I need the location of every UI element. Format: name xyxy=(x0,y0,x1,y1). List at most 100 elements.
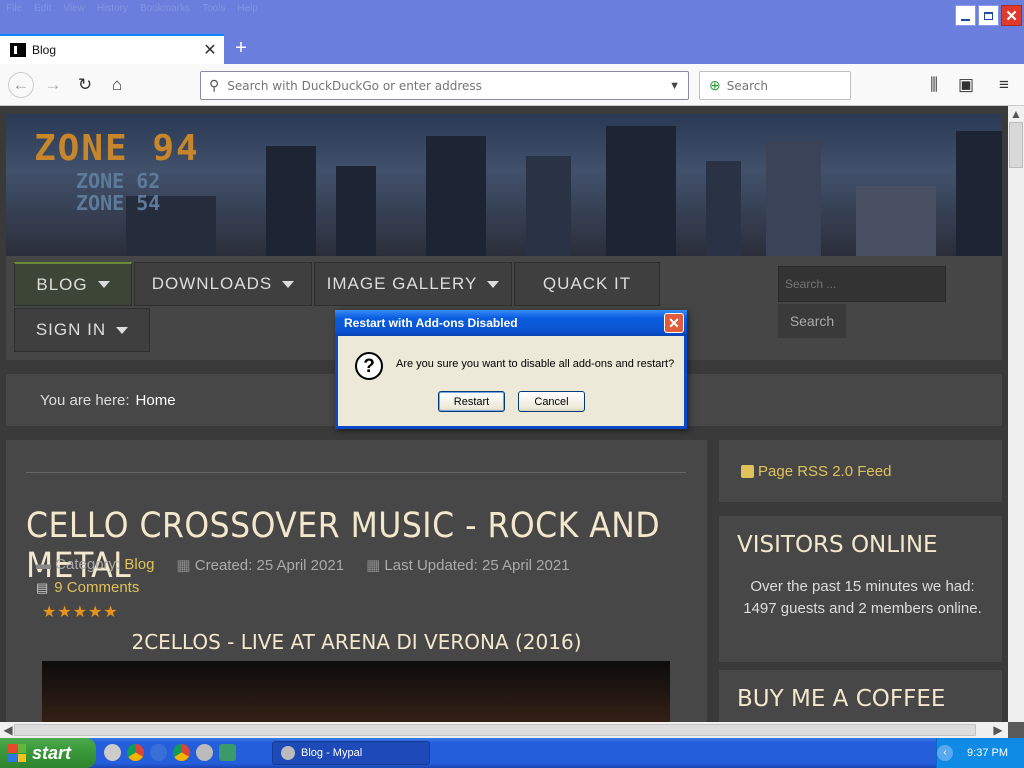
menu-view[interactable]: View xyxy=(63,3,85,14)
app-icon[interactable] xyxy=(150,744,167,761)
nav-label: QUACK IT xyxy=(542,274,632,293)
menu-button[interactable]: ≡ xyxy=(992,73,1016,97)
menu-file[interactable]: File xyxy=(6,3,22,14)
rss-widget[interactable]: Page RSS 2.0 Feed xyxy=(719,440,1002,502)
tab-blog[interactable]: Blog ✕ xyxy=(0,34,224,64)
mypal-icon[interactable] xyxy=(196,744,213,761)
mypal-icon xyxy=(281,746,295,760)
vertical-scroll-thumb[interactable] xyxy=(1009,122,1023,168)
caret-down-icon xyxy=(116,326,129,334)
menu-bookmarks[interactable]: Bookmarks xyxy=(140,3,190,14)
comments-link[interactable]: ▤ 9 Comments xyxy=(36,579,139,596)
category-link[interactable]: Blog xyxy=(124,556,154,573)
nav-item-blog[interactable]: BLOG xyxy=(14,262,132,306)
back-button[interactable]: ← xyxy=(8,72,34,98)
star-rating[interactable]: ★★★★★ xyxy=(42,602,119,622)
sidebar-button[interactable]: ▣ xyxy=(954,73,978,97)
address-bar[interactable]: ⚲ ▼ xyxy=(200,71,689,100)
dialog-close-button[interactable]: ✕ xyxy=(664,313,684,333)
library-button[interactable]: ⫼ xyxy=(922,73,946,97)
visitors-text: Over the past 15 minutes we had: 1497 gu… xyxy=(743,578,982,617)
nav-item-downloads[interactable]: DOWNLOADS xyxy=(134,262,312,306)
cancel-button[interactable]: Cancel xyxy=(518,391,585,412)
question-icon: ? xyxy=(355,352,383,380)
calendar-icon: ▦ xyxy=(176,557,191,574)
forward-button[interactable]: → xyxy=(41,73,65,97)
search-icon: ⚲ xyxy=(209,77,220,93)
calendar-icon: ▦ xyxy=(366,557,381,574)
reload-button[interactable]: ↻ xyxy=(73,73,97,97)
site-search-button[interactable]: Search xyxy=(778,304,846,338)
rss-link[interactable]: Page RSS 2.0 Feed xyxy=(758,463,891,480)
minimize-button[interactable] xyxy=(955,5,976,26)
article: CELLO CROSSOVER MUSIC - ROCK AND METAL ▬… xyxy=(6,440,707,722)
menu-history[interactable]: History xyxy=(97,3,128,14)
clock: 9:37 PM xyxy=(967,747,1008,759)
mypal-icon[interactable] xyxy=(104,744,121,761)
visitors-title: VISITORS ONLINE xyxy=(737,532,938,558)
banner-building xyxy=(336,166,376,256)
new-tab-button[interactable]: + xyxy=(230,36,252,60)
task-label: Blog - Mypal xyxy=(301,747,363,759)
logo-sub-line: ZONE 54 xyxy=(76,191,161,215)
tray-arrow-icon[interactable]: ‹ xyxy=(937,745,954,761)
vertical-scrollbar[interactable]: ▲ xyxy=(1008,106,1024,722)
menu-help[interactable]: Help xyxy=(237,3,258,14)
site-favicon-icon xyxy=(10,43,26,57)
updated-date: Last Updated: 25 April 2021 xyxy=(384,557,570,574)
coffee-widget: BUY ME A COFFEE xyxy=(719,670,1002,722)
caret-down-icon xyxy=(487,280,500,288)
article-created: ▦ Created: 25 April 2021 xyxy=(176,556,344,574)
site-logo-subtitle: ZONE 62 ZONE 54 xyxy=(76,170,160,214)
banner-building xyxy=(956,131,1002,256)
arrow-left-icon: ← xyxy=(12,75,30,94)
scroll-up-icon[interactable]: ▲ xyxy=(1008,106,1024,122)
nav-label: SIGN IN xyxy=(35,320,107,339)
divider xyxy=(26,472,686,473)
site-logo[interactable]: ZONE 94 xyxy=(34,128,200,169)
address-input[interactable] xyxy=(227,78,658,93)
nav-label: DOWNLOADS xyxy=(151,274,273,293)
breadcrumb-home-link[interactable]: Home xyxy=(136,392,176,409)
article-meta: ▬ Category: Blog ▦ Created: 25 April 202… xyxy=(36,556,570,574)
restore-button[interactable] xyxy=(978,5,999,26)
folder-icon: ▬ xyxy=(36,556,51,573)
nav-item-image-gallery[interactable]: IMAGE GALLERY xyxy=(314,262,512,306)
windows-logo-icon xyxy=(8,744,26,762)
category-label: Category: xyxy=(55,556,121,573)
banner-building xyxy=(766,141,821,256)
home-button[interactable]: ⌂ xyxy=(105,73,129,97)
chrome-icon[interactable] xyxy=(173,744,190,761)
menu-tools[interactable]: Tools xyxy=(202,3,225,14)
tab-title: Blog xyxy=(32,43,57,57)
shield-icon[interactable] xyxy=(219,744,236,761)
tab-close-icon[interactable]: ✕ xyxy=(200,40,220,60)
search-bar[interactable]: ⊕ xyxy=(699,71,851,100)
video-embed[interactable] xyxy=(42,661,670,722)
banner-building xyxy=(426,136,486,256)
article-updated: ▦ Last Updated: 25 April 2021 xyxy=(366,556,570,574)
coffee-title: BUY ME A COFFEE xyxy=(737,686,946,712)
banner-building xyxy=(526,156,571,256)
horizontal-scroll-thumb[interactable] xyxy=(14,724,976,736)
banner-building xyxy=(856,186,936,256)
banner-building xyxy=(266,146,316,256)
restart-button[interactable]: Restart xyxy=(438,391,505,412)
scroll-right-icon[interactable]: ▶ xyxy=(990,722,1006,738)
search-input[interactable] xyxy=(726,78,837,93)
nav-item-sign-in[interactable]: SIGN IN xyxy=(14,308,150,352)
taskbar-item-blog[interactable]: Blog - Mypal xyxy=(272,741,430,765)
site-search-input[interactable] xyxy=(778,266,946,302)
close-window-button[interactable]: ✕ xyxy=(1001,5,1022,26)
dialog-message: Are you sure you want to disable all add… xyxy=(396,358,675,370)
dropdown-chevron-icon[interactable]: ▼ xyxy=(669,80,680,92)
window-titlebar: File Edit View History Bookmarks Tools H… xyxy=(0,0,1024,34)
article-subtitle: 2CELLOS - LIVE AT ARENA DI VERONA (2016) xyxy=(131,630,582,654)
arrow-right-icon: → xyxy=(44,75,62,94)
chrome-icon[interactable] xyxy=(127,744,144,761)
article-title[interactable]: CELLO CROSSOVER MUSIC - ROCK AND METAL xyxy=(26,506,707,586)
nav-item-quack-it[interactable]: QUACK IT xyxy=(514,262,660,306)
home-icon: ⌂ xyxy=(111,75,123,94)
menu-edit[interactable]: Edit xyxy=(34,3,51,14)
start-button[interactable]: start xyxy=(0,738,96,768)
